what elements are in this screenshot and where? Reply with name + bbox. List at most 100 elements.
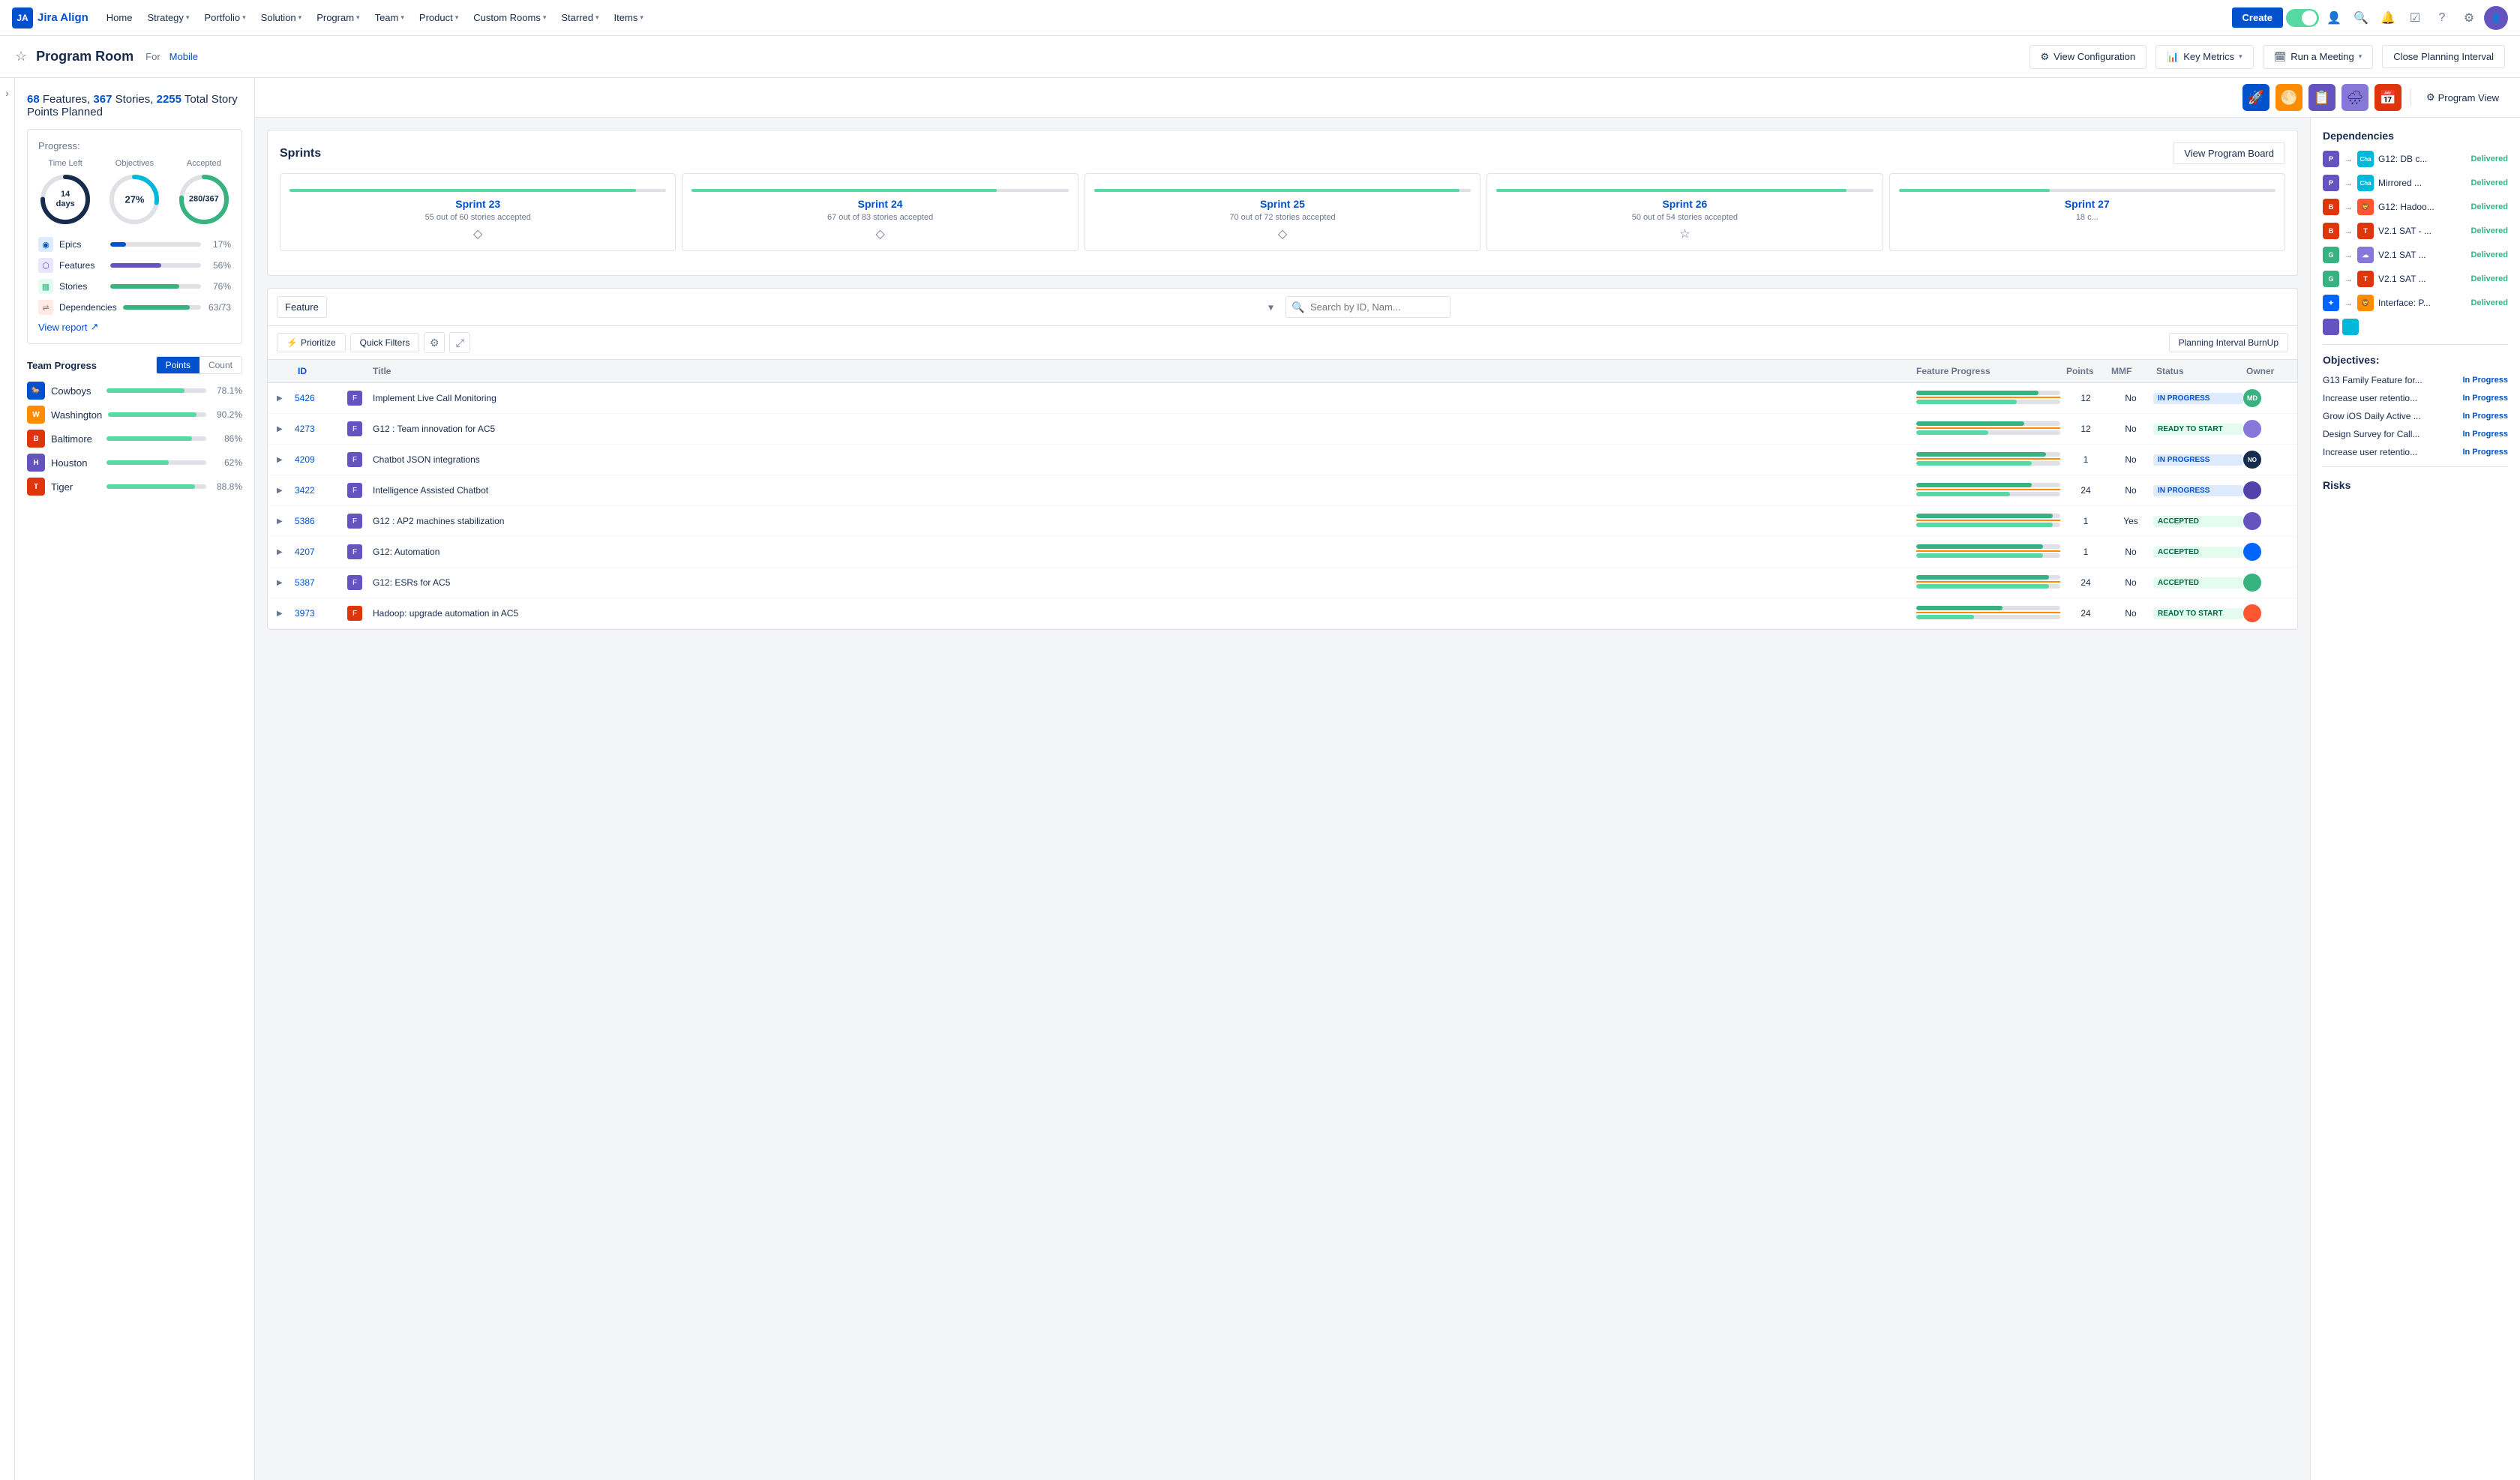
row-expand-icon[interactable]: ▶ — [277, 394, 295, 403]
feature-type-select[interactable]: Feature — [277, 296, 327, 318]
accepted-label: Accepted — [187, 159, 221, 168]
view-icon-calendar[interactable]: 📅 — [2374, 84, 2402, 111]
panel-divider-2 — [2323, 466, 2508, 467]
houston-pct: 62% — [212, 457, 242, 468]
row-id[interactable]: 4273 — [295, 424, 347, 434]
tiger-pct: 88.8% — [212, 481, 242, 492]
row-title: Intelligence Assisted Chatbot — [370, 485, 1913, 496]
sprint-card-24: Sprint 24 67 out of 83 stories accepted … — [682, 173, 1078, 251]
nav-logo[interactable]: JA Jira Align — [12, 7, 88, 28]
sprint-23-name[interactable]: Sprint 23 — [290, 198, 666, 210]
stories-label: Stories — [59, 281, 104, 292]
nav-item-portfolio[interactable]: Portfolio▾ — [198, 9, 251, 26]
features-bar-fill — [110, 263, 161, 268]
team-tab-points[interactable]: Points — [157, 357, 200, 373]
accepted-value: 280/367 — [189, 194, 219, 204]
expand-icon-btn[interactable]: ⤢ — [449, 332, 470, 353]
dep-arrow-icon: → — [2344, 226, 2353, 236]
nav-settings-icon[interactable]: ⚙ — [2457, 6, 2481, 30]
nav-item-program[interactable]: Program▾ — [310, 9, 365, 26]
row-expand-icon[interactable]: ▶ — [277, 487, 295, 495]
nav-item-strategy[interactable]: Strategy▾ — [141, 9, 195, 26]
risks-title: Risks — [2323, 479, 2508, 491]
sprint-23-icon[interactable]: ◇ — [290, 226, 666, 241]
table-row: ▶ 3973 F Hadoop: upgrade automation in A… — [268, 598, 2297, 629]
quick-filters-button[interactable]: Quick Filters — [350, 333, 420, 352]
nav-item-custom-rooms[interactable]: Custom Rooms▾ — [467, 9, 552, 26]
row-id[interactable]: 4209 — [295, 454, 347, 465]
nav-avatar[interactable]: 👤 — [2484, 6, 2508, 30]
dep-to-icon-1: Cha — [2357, 151, 2374, 167]
settings-icon-btn[interactable]: ⚙ — [424, 332, 445, 353]
sprint-24-sub: 67 out of 83 stories accepted — [692, 213, 1068, 222]
run-meeting-button[interactable]: 🗓 Run a Meeting ▾ — [2263, 45, 2374, 69]
row-feature-icon: F — [347, 514, 362, 529]
view-report-link[interactable]: View report ↗ — [38, 321, 231, 333]
row-avatar: NO — [2243, 451, 2261, 469]
dependencies-count: 63/73 — [207, 302, 231, 313]
row-id[interactable]: 5426 — [295, 393, 347, 403]
row-id[interactable]: 5387 — [295, 577, 347, 588]
sprint-24-name[interactable]: Sprint 24 — [692, 198, 1068, 210]
nav-bell-icon[interactable]: 🔔 — [2376, 6, 2400, 30]
row-title: Hadoop: upgrade automation in AC5 — [370, 608, 1913, 619]
row-id[interactable]: 3422 — [295, 485, 347, 496]
features-icon: ⬡ — [38, 258, 53, 273]
nav-search-icon[interactable]: 🔍 — [2349, 6, 2373, 30]
nav-item-team[interactable]: Team▾ — [369, 9, 410, 26]
nav-item-items[interactable]: Items▾ — [608, 9, 650, 26]
nav-item-starred[interactable]: Starred▾ — [555, 9, 604, 26]
objective-text-4: Design Survey for Call... — [2323, 429, 2458, 439]
dep-status-3: Delivered — [2470, 202, 2508, 211]
nav-toggle[interactable] — [2286, 9, 2319, 27]
row-expand-icon[interactable]: ▶ — [277, 517, 295, 526]
create-button[interactable]: Create — [2232, 7, 2283, 28]
col-id[interactable]: ID — [295, 366, 347, 376]
row-mmf: No — [2108, 424, 2153, 434]
washington-pct: 90.2% — [212, 409, 242, 420]
view-icon-list[interactable]: 📋 — [2308, 84, 2336, 111]
program-view-btn[interactable]: ⚙ Program View — [2420, 88, 2505, 106]
feature-search-input[interactable] — [1286, 296, 1450, 318]
dep-item-7: ✦ → 🦁 Interface: P... Delivered — [2323, 295, 2508, 311]
sprint-27-name[interactable]: Sprint 27 — [1899, 198, 2276, 210]
key-metrics-button[interactable]: 📊 Key Metrics ▾ — [2156, 45, 2254, 69]
row-expand-icon[interactable]: ▶ — [277, 425, 295, 433]
view-configuration-button[interactable]: ⚙ View Configuration — [2030, 45, 2147, 69]
close-planning-interval-button[interactable]: Close Planning Interval — [2382, 45, 2505, 68]
row-expand-icon[interactable]: ▶ — [277, 548, 295, 556]
nav-item-product[interactable]: Product▾ — [413, 9, 464, 26]
sprint-25-icon[interactable]: ◇ — [1094, 226, 1471, 241]
view-icon-rocket[interactable]: 🚀 — [2242, 84, 2270, 111]
program-view-divider — [2410, 88, 2411, 106]
subheader-star-icon[interactable]: ☆ — [15, 49, 27, 64]
dependencies-label: Dependencies — [59, 302, 117, 313]
nav-item-solution[interactable]: Solution▾ — [255, 9, 308, 26]
sprint-26-name[interactable]: Sprint 26 — [1496, 198, 1873, 210]
view-icon-moon[interactable]: 🌕 — [2276, 84, 2302, 111]
view-icon-cloud[interactable]: 🌧 — [2342, 84, 2368, 111]
sprint-24-icon[interactable]: ◇ — [692, 226, 1068, 241]
sidebar-collapse-btn[interactable]: › — [0, 78, 15, 1480]
sprint-25-name[interactable]: Sprint 25 — [1094, 198, 1471, 210]
team-tab-count[interactable]: Count — [200, 357, 242, 373]
prioritize-button[interactable]: ⚡ Prioritize — [277, 333, 346, 352]
row-id[interactable]: 5386 — [295, 516, 347, 526]
sprint-26-icon[interactable]: ☆ — [1496, 226, 1873, 241]
nav-item-home[interactable]: Home — [100, 9, 139, 26]
nav-user-icon[interactable]: 👤 — [2322, 6, 2346, 30]
row-expand-icon[interactable]: ▶ — [277, 456, 295, 464]
row-id[interactable]: 4207 — [295, 547, 347, 557]
trend-icon: ↗ — [91, 321, 99, 333]
nav-help-icon[interactable]: ? — [2430, 6, 2454, 30]
row-expand-icon[interactable]: ▶ — [277, 579, 295, 587]
epics-icon: ◉ — [38, 237, 53, 252]
burnup-button[interactable]: Planning Interval BurnUp — [2169, 333, 2288, 352]
search-icon: 🔍 — [1292, 301, 1304, 313]
row-expand-icon[interactable]: ▶ — [277, 610, 295, 618]
view-program-board-button[interactable]: View Program Board — [2173, 142, 2285, 164]
nav-checklist-icon[interactable]: ☑ — [2403, 6, 2427, 30]
row-id[interactable]: 3973 — [295, 608, 347, 619]
subheader-room-name[interactable]: Mobile — [170, 51, 198, 62]
row-avatar — [2243, 512, 2261, 530]
